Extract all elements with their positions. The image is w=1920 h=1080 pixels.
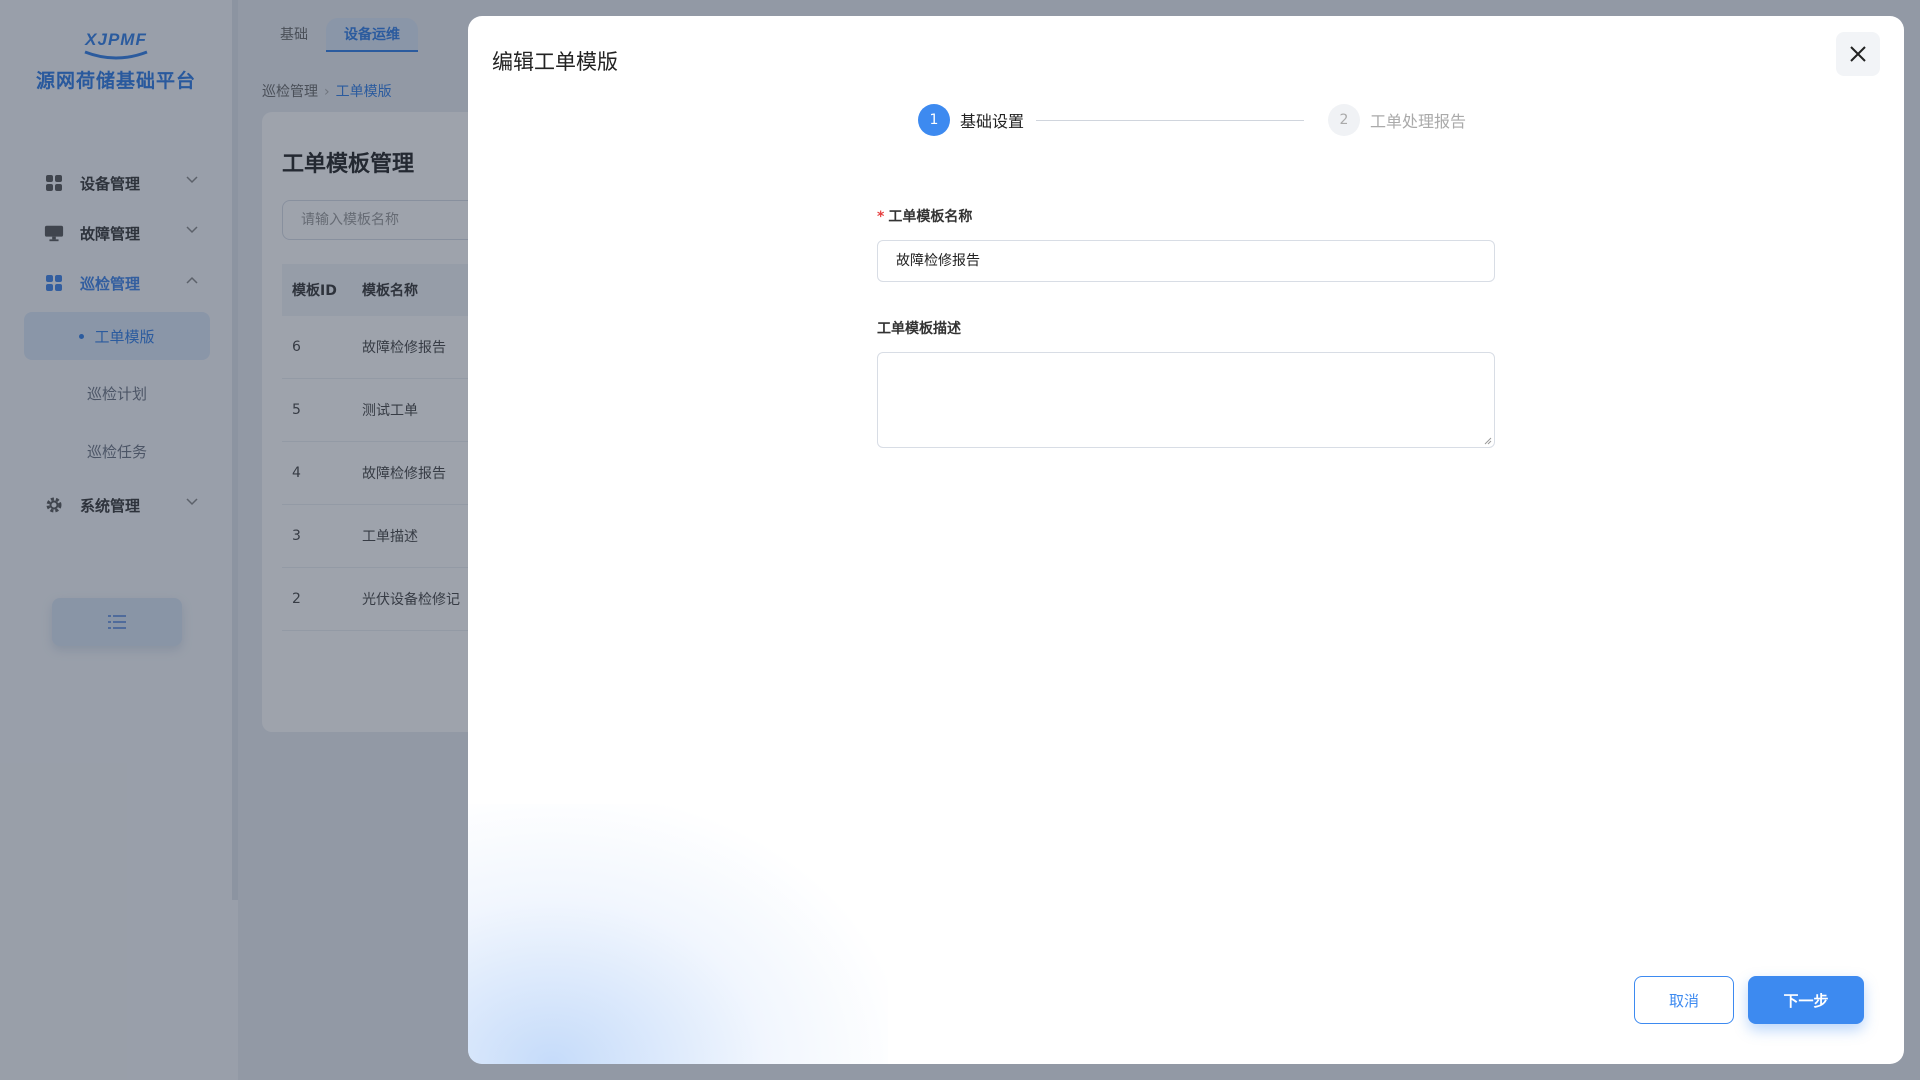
template-desc-textarea[interactable]: [877, 352, 1495, 448]
desc-label: 工单模板描述: [877, 321, 961, 337]
steps: 1 基础设置 2 工单处理报告: [918, 104, 1466, 136]
close-icon: [1850, 46, 1866, 62]
cancel-button[interactable]: 取消: [1634, 976, 1734, 1024]
step-connector: [1036, 119, 1305, 121]
step-2-label: 工单处理报告: [1370, 112, 1467, 131]
step-1-number: 1: [918, 104, 950, 136]
template-form: * 工单模板名称 故障检修报告 工单模板描述: [877, 206, 1495, 448]
name-label: * 工单模板名称: [877, 206, 1495, 226]
template-name-input[interactable]: 故障检修报告: [877, 240, 1495, 282]
next-step-button[interactable]: 下一步: [1748, 976, 1864, 1024]
step-2-number: 2: [1328, 104, 1361, 136]
dialog-title: 编辑工单模版: [492, 50, 618, 74]
close-button[interactable]: [1836, 32, 1880, 76]
edit-template-dialog: 编辑工单模版 1 基础设置 2 工单处理报告 * 工单模板名称 故障检修报告 工单…: [468, 16, 1904, 1064]
required-mark: *: [877, 209, 885, 225]
name-label-text: 工单模板名称: [888, 209, 973, 225]
dialog-decoration: [468, 804, 888, 1064]
resize-handle-icon[interactable]: [1484, 437, 1492, 445]
step-1-label: 基础设置: [960, 112, 1025, 131]
